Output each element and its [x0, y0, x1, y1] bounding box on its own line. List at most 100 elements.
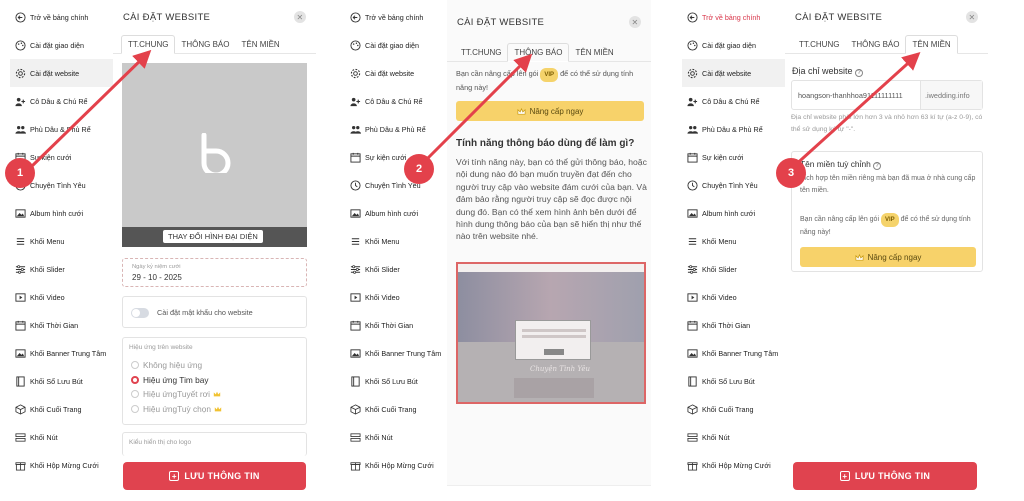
sidebar-item-co-dau-chu-re[interactable]: Cô Dâu & Chú Rể — [345, 87, 456, 115]
save-button[interactable]: + LƯU THÔNG TIN — [123, 462, 306, 490]
sidebar-item-su-kien-cuoi[interactable]: Sự kiện cưới — [345, 143, 456, 171]
sidebar-item-khoi-cuoi-trang[interactable]: Khối Cuối Trang — [682, 395, 793, 423]
sidebar-item-cai-dat-website[interactable]: Cài đặt website — [10, 59, 121, 87]
sidebar-back-button[interactable]: Trở về bảng chính — [10, 3, 121, 31]
sidebar-item-cai-dat-website[interactable]: Cài đặt website — [345, 59, 456, 87]
sidebar-item-khoi-slider[interactable]: Khối Slider — [10, 255, 121, 283]
tab-domain[interactable]: TÊN MIỀN — [569, 44, 619, 61]
sidebar-item-khoi-menu[interactable]: Khối Menu — [10, 227, 121, 255]
sidebar-item-khoi-so-luu-but[interactable]: Khối Sổ Lưu Bút — [345, 367, 456, 395]
sidebar-item-khoi-hop-mung-cuoi[interactable]: Khối Hộp Mừng Cưới — [10, 451, 121, 479]
sidebar-item-khoi-video[interactable]: Khối Video — [10, 283, 121, 311]
save-button[interactable]: + LƯU THÔNG TIN — [793, 462, 977, 490]
sidebar-item-khoi-thoi-gian[interactable]: Khối Thời Gian — [682, 311, 793, 339]
sidebar-item-cai-dat-giao-dien[interactable]: Cài đặt giao diện — [10, 31, 121, 59]
sidebar-item-khoi-hop-mung-cuoi[interactable]: Khối Hộp Mừng Cưới — [682, 451, 793, 479]
help-icon[interactable]: ? — [873, 162, 882, 170]
sidebar-item-khoi-banner-trung-tam[interactable]: Khối Banner Trung Tâm — [10, 339, 121, 367]
tab-domain[interactable]: TÊN MIỀN — [235, 36, 285, 53]
sidebar-item-khoi-thoi-gian[interactable]: Khối Thời Gian — [10, 311, 121, 339]
sidebar-item-khoi-slider[interactable]: Khối Slider — [682, 255, 793, 283]
crown-icon — [213, 390, 221, 398]
sidebar-item-khoi-video[interactable]: Khối Video — [345, 283, 456, 311]
sidebar-item-khoi-menu[interactable]: Khối Menu — [682, 227, 793, 255]
effect-option[interactable]: Hiệu ứngTuỳ chọn — [131, 402, 222, 417]
sidebar-item-label: Khối Video — [365, 292, 400, 302]
notification-description: Với tính năng này, bạn có thể gửi thông … — [456, 157, 647, 242]
address-label: Địa chỉ website ? — [792, 66, 864, 77]
sidebar-item-phu-dau-phu-re[interactable]: Phù Dâu & Phù Rể — [10, 115, 121, 143]
tab-general[interactable]: TT.CHUNG — [793, 36, 845, 53]
sidebar-item-co-dau-chu-re[interactable]: Cô Dâu & Chú Rể — [10, 87, 121, 115]
sidebar-item-phu-dau-phu-re[interactable]: Phù Dâu & Phù Rể — [345, 115, 456, 143]
sidebar-item-khoi-nut[interactable]: Khối Nút — [10, 423, 121, 451]
close-icon[interactable]: ✕ — [966, 11, 978, 23]
sidebar-item-khoi-cuoi-trang[interactable]: Khối Cuối Trang — [345, 395, 456, 423]
tab-notification[interactable]: THÔNG BÁO — [175, 36, 235, 53]
sidebar-item-khoi-thoi-gian[interactable]: Khối Thời Gian — [345, 311, 456, 339]
couple-icon — [686, 95, 698, 107]
sidebar-item-album-hinh-cuoi[interactable]: Album hình cưới — [682, 199, 793, 227]
calendar-icon — [14, 319, 26, 331]
sidebar-item-phu-dau-phu-re[interactable]: Phù Dâu & Phù Rể — [682, 115, 793, 143]
tab-notification[interactable]: THÔNG BÁO — [507, 43, 570, 62]
sidebar-item-khoi-slider[interactable]: Khối Slider — [345, 255, 456, 283]
sidebar-back-button[interactable]: Trở về bảng chính — [682, 3, 793, 31]
sidebar-item-cai-dat-website[interactable]: Cài đặt website — [682, 59, 793, 87]
sidebar-item-label: Khối Banner Trung Tâm — [365, 348, 442, 358]
tab-general[interactable]: TT.CHUNG — [121, 35, 176, 54]
sidebar-item-label: Khối Thời Gian — [702, 320, 751, 330]
sidebar-item-label: Khối Banner Trung Tâm — [30, 348, 107, 358]
sidebar-item-label: Cài đặt giao diện — [30, 40, 84, 50]
help-icon[interactable]: ? — [855, 69, 864, 77]
upgrade-button[interactable]: Nâng cấp ngay — [800, 247, 976, 267]
sidebar-item-cai-dat-giao-dien[interactable]: Cài đặt giao diện — [682, 31, 793, 59]
sidebar-item-cai-dat-giao-dien[interactable]: Cài đặt giao diện — [345, 31, 456, 59]
sidebar-item-khoi-nut[interactable]: Khối Nút — [682, 423, 793, 451]
effect-option[interactable]: Hiệu ứngTuyết rơi — [131, 387, 222, 402]
tab-domain[interactable]: TÊN MIỀN — [905, 35, 958, 54]
back-circle-icon — [14, 11, 26, 23]
sidebar-item-label: Trở về bảng chính — [365, 12, 424, 22]
subdomain-input[interactable]: hoangson-thanhhoa91111111111 — [792, 81, 920, 109]
sidebar-item-label: Cài đặt website — [30, 68, 80, 78]
cube-icon — [14, 403, 26, 415]
logo-style-label: Kiểu hiển thị cho logo — [129, 439, 192, 446]
sidebar-item-label: Khối Slider — [365, 264, 400, 274]
sidebar-item-label: Khối Thời Gian — [30, 320, 79, 330]
effect-title: Hiệu ứng trên website — [129, 344, 193, 351]
wedding-date-field[interactable]: Ngày kỷ niệm cưới 29 - 10 - 2025 — [122, 258, 307, 287]
sidebar-item-khoi-so-luu-but[interactable]: Khối Sổ Lưu Bút — [10, 367, 121, 395]
tab-notification[interactable]: THÔNG BÁO — [845, 36, 905, 53]
upgrade-button[interactable]: Nâng cấp ngay — [456, 101, 644, 121]
close-icon[interactable]: ✕ — [629, 16, 641, 28]
sidebar-item-khoi-so-luu-but[interactable]: Khối Sổ Lưu Bút — [682, 367, 793, 395]
sidebar-item-album-hinh-cuoi[interactable]: Album hình cưới — [10, 199, 121, 227]
sidebar-item-label: Khối Sổ Lưu Bút — [702, 376, 755, 386]
book-icon — [686, 375, 698, 387]
settings-title: CÀI ĐẶT WEBSITE — [795, 11, 883, 23]
effect-option[interactable]: Không hiệu ứng — [131, 358, 222, 373]
sidebar-item-khoi-banner-trung-tam[interactable]: Khối Banner Trung Tâm — [682, 339, 793, 367]
sidebar-item-label: Khối Banner Trung Tâm — [702, 348, 779, 358]
change-avatar-button[interactable]: THAY ĐỔI HÌNH ĐẠI DIỆN — [163, 230, 263, 243]
sidebar-item-chuyen-tinh-yeu[interactable]: Chuyện Tình Yêu — [345, 171, 456, 199]
sidebar-item-khoi-hop-mung-cuoi[interactable]: Khối Hộp Mừng Cưới — [345, 451, 456, 479]
sidebar-item-co-dau-chu-re[interactable]: Cô Dâu & Chú Rể — [682, 87, 793, 115]
group-icon — [686, 123, 698, 135]
close-icon[interactable]: ✕ — [294, 11, 306, 23]
gear-icon — [349, 67, 361, 79]
sidebar-item-khoi-video[interactable]: Khối Video — [682, 283, 793, 311]
tab-general[interactable]: TT.CHUNG — [455, 44, 507, 61]
sidebar-item-khoi-menu[interactable]: Khối Menu — [345, 227, 456, 255]
sidebar-back-button[interactable]: Trở về bảng chính — [345, 3, 456, 31]
sidebar-item-khoi-cuoi-trang[interactable]: Khối Cuối Trang — [10, 395, 121, 423]
password-toggle[interactable] — [131, 308, 149, 318]
sidebar-item-label: Trở về bảng chính — [30, 12, 89, 22]
sidebar-item-album-hinh-cuoi[interactable]: Album hình cưới — [345, 199, 456, 227]
effect-option[interactable]: Hiệu ứng Tim bay — [131, 373, 222, 388]
avatar-preview[interactable]: THAY ĐỔI HÌNH ĐẠI DIỆN — [122, 63, 307, 247]
sidebar-item-khoi-nut[interactable]: Khối Nút — [345, 423, 456, 451]
sidebar-item-khoi-banner-trung-tam[interactable]: Khối Banner Trung Tâm — [345, 339, 456, 367]
radio-icon — [131, 375, 139, 384]
